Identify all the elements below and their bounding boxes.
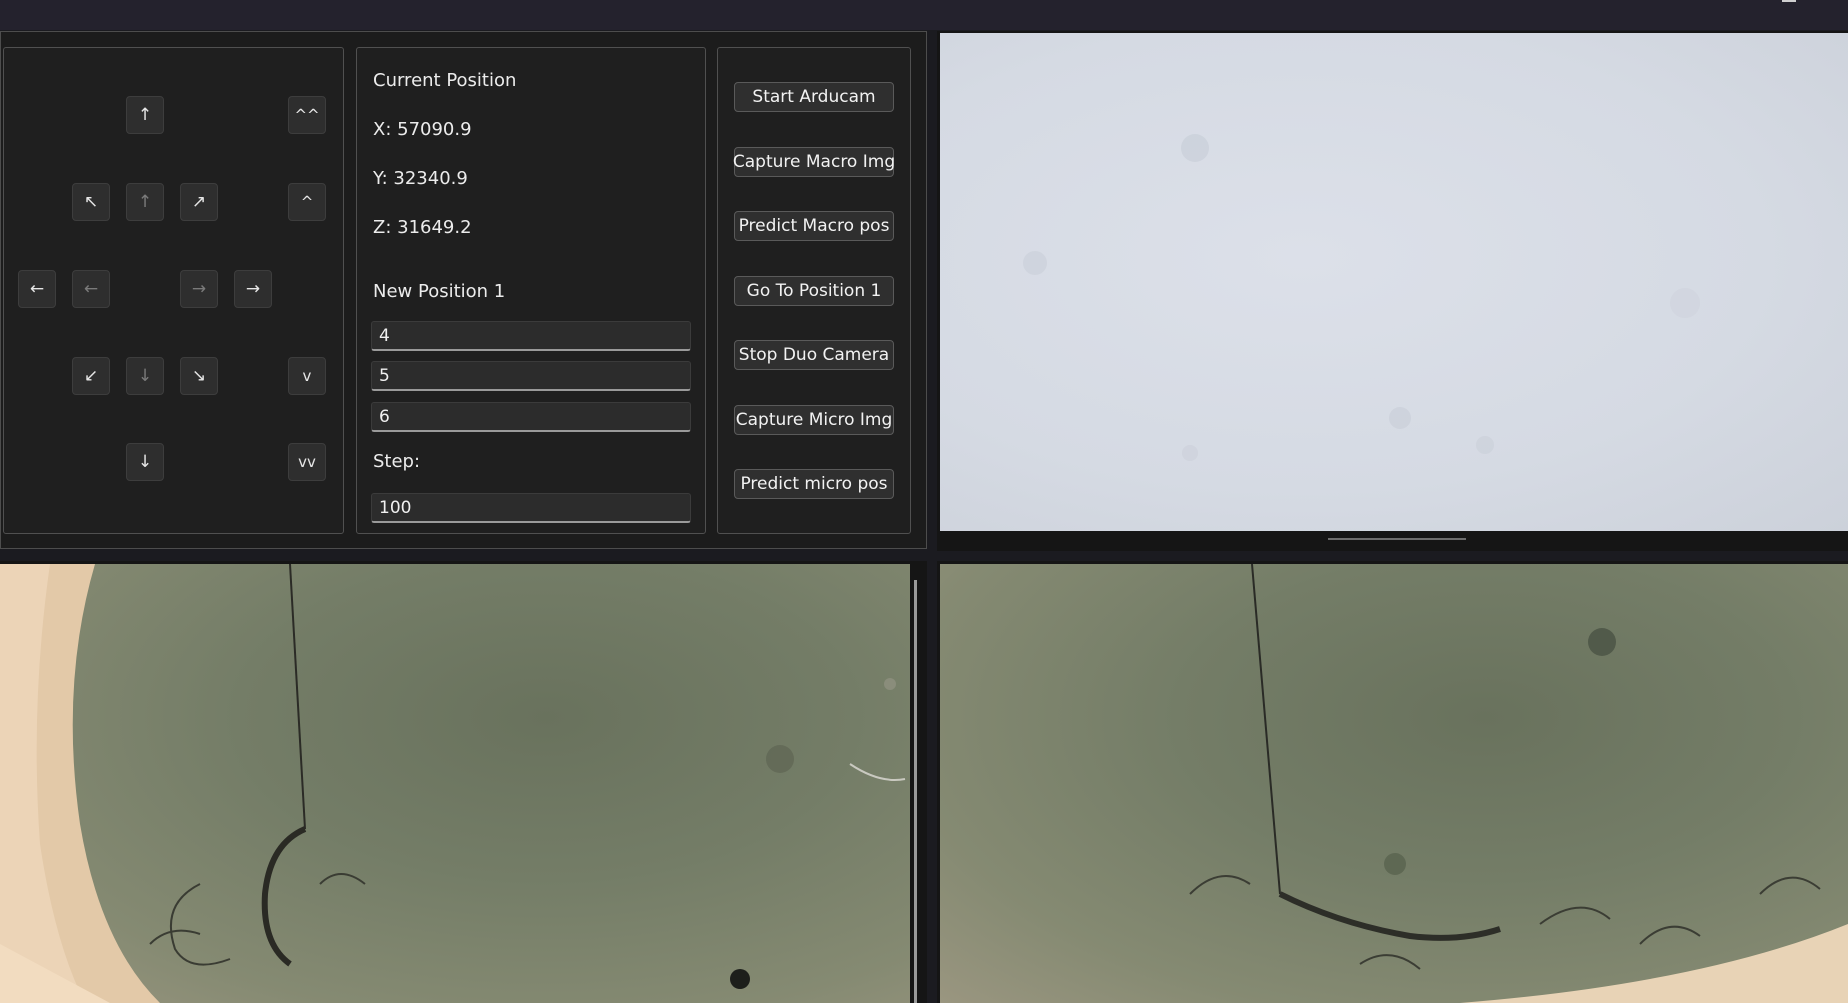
step-label: Step: — [373, 451, 421, 472]
move-up-small-button[interactable]: ↑ — [126, 183, 164, 221]
actions-panel: Start Arducam Capture Macro Img Predict … — [717, 47, 911, 534]
new-z-input[interactable] — [371, 402, 691, 432]
left-camera-image — [0, 564, 906, 1003]
move-up-right-button[interactable]: ↗ — [180, 183, 218, 221]
move-down-left-button[interactable]: ↙ — [72, 357, 110, 395]
splitter-handle[interactable] — [1328, 538, 1466, 540]
predict-macro-pos-button[interactable]: Predict Macro pos — [734, 211, 894, 241]
jog-panel: ↑ ^^ ↖ ↑ ↗ ^ ← ← → → ↙ ↓ ↘ v ↓ vv — [3, 47, 344, 534]
start-arducam-button[interactable]: Start Arducam — [734, 82, 894, 112]
left-camera-view — [0, 564, 910, 1003]
new-position-label: New Position 1 — [373, 281, 506, 302]
z-down-fast-button[interactable]: vv — [288, 443, 326, 481]
move-down-right-button[interactable]: ↘ — [180, 357, 218, 395]
z-up-fast-button[interactable]: ^^ — [288, 96, 326, 134]
z-value: Z: 31649.2 — [373, 217, 472, 238]
move-up-left-button[interactable]: ↖ — [72, 183, 110, 221]
go-to-position-button[interactable]: Go To Position 1 — [734, 276, 894, 306]
capture-micro-img-button[interactable]: Capture Micro Img — [734, 405, 894, 435]
right-camera-image — [1189, 564, 1848, 1003]
new-y-input[interactable] — [371, 361, 691, 391]
move-left-small-button[interactable]: ← — [72, 270, 110, 308]
x-value: X: 57090.9 — [373, 119, 472, 140]
move-right-button[interactable]: → — [234, 270, 272, 308]
z-up-button[interactable]: ^ — [288, 183, 326, 221]
current-position-label: Current Position — [373, 70, 517, 91]
right-camera-view — [940, 564, 1848, 1003]
minimize-icon[interactable] — [1782, 0, 1796, 2]
move-down-small-button[interactable]: ↓ — [126, 357, 164, 395]
step-input[interactable] — [371, 493, 691, 523]
z-down-button[interactable]: v — [288, 357, 326, 395]
stop-duo-camera-button[interactable]: Stop Duo Camera — [734, 340, 894, 370]
title-bar — [0, 0, 1848, 30]
y-value: Y: 32340.9 — [373, 168, 468, 189]
new-x-input[interactable] — [371, 321, 691, 351]
predict-micro-pos-button[interactable]: Predict micro pos — [734, 469, 894, 499]
move-left-button[interactable]: ← — [18, 270, 56, 308]
position-panel: Current Position X: 57090.9 Y: 32340.9 Z… — [356, 47, 706, 534]
move-right-small-button[interactable]: → — [180, 270, 218, 308]
macro-camera-view — [940, 33, 1848, 531]
left-camera-scrollbar[interactable] — [914, 580, 917, 1003]
move-down-button[interactable]: ↓ — [126, 443, 164, 481]
capture-macro-img-button[interactable]: Capture Macro Img — [733, 147, 895, 177]
move-up-button[interactable]: ↑ — [126, 96, 164, 134]
macro-camera-image — [1023, 134, 1700, 461]
